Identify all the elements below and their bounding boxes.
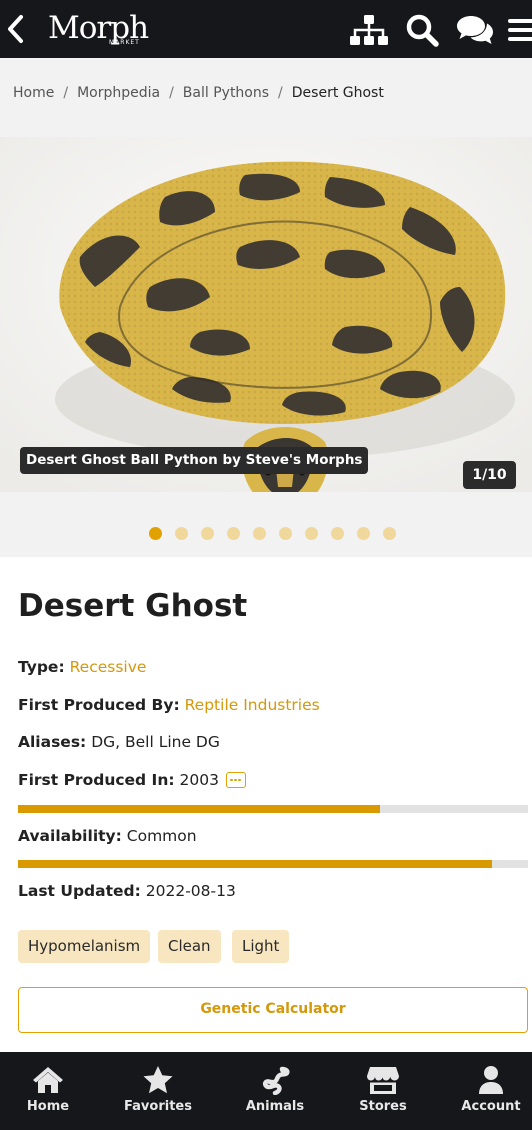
carousel-dot[interactable] (201, 527, 214, 540)
nav-account-label: Account (461, 1099, 521, 1114)
tag-light[interactable]: Light (232, 930, 290, 963)
chevron-left-icon (8, 15, 23, 43)
home-icon (33, 1067, 63, 1093)
breadcrumb-section: Home / Morphpedia / Ball Pythons / Deser… (0, 58, 532, 137)
carousel-dot[interactable] (331, 527, 344, 540)
aliases-row: Aliases: DG, Bell Line DG (18, 733, 220, 751)
breadcrumb-separator: / (278, 85, 283, 101)
top-navigation-bar: Morph MARKET (0, 0, 532, 58)
carousel-dot[interactable] (383, 527, 396, 540)
comments-icon (457, 16, 493, 44)
availability-label: Availability: (18, 827, 122, 845)
breadcrumb-separator: / (169, 85, 174, 101)
nav-favorites[interactable]: Favorites (118, 1052, 198, 1130)
breadcrumb-morphpedia[interactable]: Morphpedia (77, 85, 160, 101)
morph-market-logo[interactable]: Morph MARKET (48, 10, 158, 48)
breadcrumb-home[interactable]: Home (13, 85, 54, 101)
first-produced-by-label: First Produced By: (18, 696, 180, 714)
type-label: Type: (18, 658, 65, 676)
aliases-label: Aliases: (18, 733, 87, 751)
store-icon (367, 1067, 399, 1094)
carousel-dot[interactable] (305, 527, 318, 540)
carousel-indicators (0, 492, 532, 557)
genetic-calculator-button[interactable]: Genetic Calculator (18, 987, 528, 1033)
first-produced-by-row: First Produced By: Reptile Industries (18, 696, 320, 714)
nav-stores[interactable]: Stores (343, 1052, 423, 1130)
search-button[interactable] (402, 13, 442, 47)
tag-hypomelanism[interactable]: Hypomelanism (18, 930, 151, 963)
morph-title: Desert Ghost (18, 588, 248, 624)
breeder-link[interactable]: Reptile Industries (185, 696, 320, 714)
tag-clean[interactable]: Clean (158, 930, 221, 963)
availability-value: Common (126, 827, 197, 845)
sitemap-icon (350, 15, 388, 45)
search-icon (406, 14, 439, 47)
carousel-dot[interactable] (253, 527, 266, 540)
carousel-dot[interactable] (175, 527, 188, 540)
carousel-dot[interactable] (227, 527, 240, 540)
nav-animals-label: Animals (245, 1099, 305, 1114)
type-row: Type: Recessive (18, 658, 146, 676)
photo-counter: 1/10 (463, 461, 516, 489)
availability-row: Availability: Common (18, 827, 197, 845)
photo-caption: Desert Ghost Ball Python by Steve's Morp… (20, 447, 369, 474)
first-produced-in-bar-fill (18, 805, 380, 813)
breadcrumb: Home / Morphpedia / Ball Pythons / Deser… (13, 85, 384, 101)
morph-photo[interactable] (0, 137, 532, 492)
first-produced-in-value: 2003 (179, 771, 219, 789)
sitemap-button[interactable] (349, 13, 389, 47)
carousel-dot[interactable] (279, 527, 292, 540)
last-updated-row: Last Updated: 2022-08-13 (18, 882, 236, 900)
chat-button[interactable] (455, 13, 495, 47)
nav-account[interactable]: Account (451, 1052, 531, 1130)
last-updated-label: Last Updated: (18, 882, 141, 900)
carousel-dot[interactable] (357, 527, 370, 540)
availability-bar (18, 860, 528, 868)
menu-button[interactable] (505, 13, 532, 47)
nav-animals[interactable]: Animals (235, 1052, 315, 1130)
availability-bar-fill (18, 860, 492, 868)
first-produced-in-bar (18, 805, 528, 813)
user-icon (479, 1066, 503, 1094)
nav-favorites-label: Favorites (124, 1099, 192, 1114)
nav-stores-label: Stores (359, 1099, 407, 1114)
back-button[interactable] (4, 13, 28, 45)
breadcrumb-ball-pythons[interactable]: Ball Pythons (183, 85, 269, 101)
star-icon (143, 1066, 173, 1094)
nav-home-label: Home (26, 1099, 70, 1114)
last-updated-value: 2022-08-13 (145, 882, 236, 900)
first-produced-in-row: First Produced In: 2003 (18, 771, 246, 789)
logo-subtitle: MARKET (109, 39, 140, 46)
aliases-value: DG, Bell Line DG (91, 733, 220, 751)
snake-icon (262, 1066, 290, 1095)
breadcrumb-current: Desert Ghost (291, 85, 384, 101)
ball-python-photo (0, 137, 532, 492)
first-produced-in-label: First Produced In: (18, 771, 175, 789)
type-link[interactable]: Recessive (70, 658, 147, 676)
breadcrumb-separator: / (63, 85, 69, 101)
bottom-navigation: Home Favorites Animals Stores Account (0, 1052, 532, 1130)
hamburger-menu-icon (508, 19, 532, 41)
nav-home[interactable]: Home (8, 1052, 88, 1130)
carousel-dot[interactable] (149, 527, 162, 540)
more-info-button[interactable] (225, 771, 246, 788)
